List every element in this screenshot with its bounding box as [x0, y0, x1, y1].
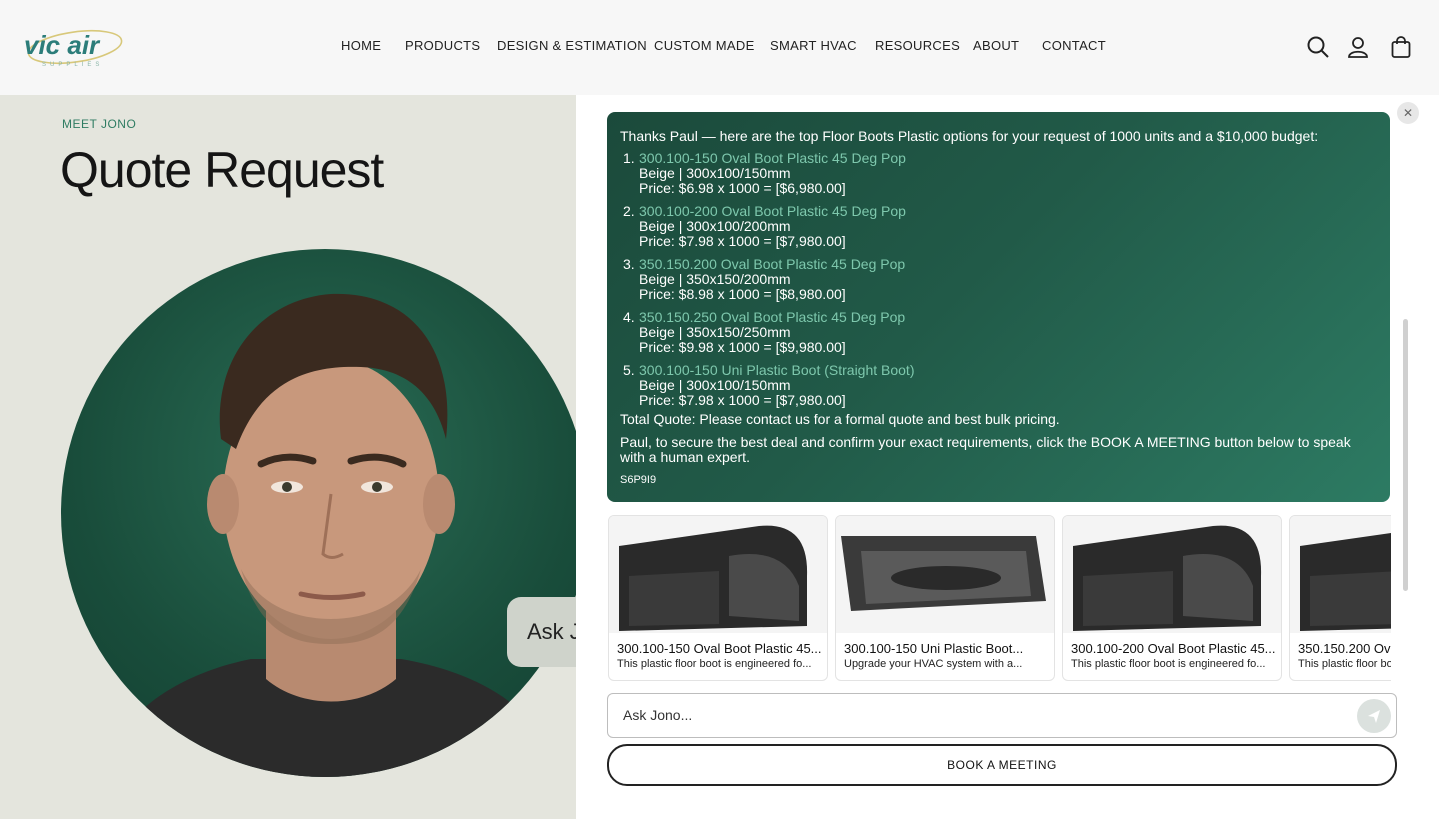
product-card-title: 300.100-200 Oval Boot Plastic 45...	[1071, 641, 1276, 656]
product-card[interactable]: 300.100-150 Oval Boot Plastic 45... This…	[608, 515, 828, 681]
product-spec: Beige | 300x100/200mm	[639, 218, 791, 234]
product-card-title: 300.100-150 Oval Boot Plastic 45...	[617, 641, 822, 656]
nav-custom-made[interactable]: CUSTOM MADE	[654, 38, 755, 53]
product-card-title: 300.100-150 Uni Plastic Boot...	[844, 641, 1024, 656]
search-icon[interactable]	[1306, 35, 1330, 59]
site-header: vic air SUPPLIES HOME PRODUCTS DESIGN & …	[0, 0, 1439, 95]
product-price: Price: $7.98 x 1000 = [$7,980.00]	[639, 392, 846, 408]
chat-scrollbar[interactable]	[1403, 319, 1408, 591]
product-image	[1290, 516, 1391, 633]
total-quote: Total Quote: Please contact us for a for…	[620, 411, 1060, 427]
nav-about[interactable]: ABOUT	[973, 38, 1019, 53]
product-spec: Beige | 350x150/200mm	[639, 271, 791, 287]
product-price: Price: $7.98 x 1000 = [$7,980.00]	[639, 233, 846, 249]
nav-products[interactable]: PRODUCTS	[405, 38, 480, 53]
jono-intro-panel: MEET JONO Quote Request Ask J	[0, 95, 576, 819]
product-card[interactable]: 300.100-200 Oval Boot Plastic 45... This…	[1062, 515, 1282, 681]
ask-pill-label: Ask J	[527, 619, 576, 644]
product-list: 1. 300.100-150 Oval Boot Plastic 45 Deg …	[620, 151, 1380, 416]
product-price: Price: $6.98 x 1000 = [$6,980.00]	[639, 180, 846, 196]
nav-contact[interactable]: CONTACT	[1042, 38, 1106, 53]
chat-input-container	[607, 693, 1397, 738]
close-icon[interactable]: ✕	[1397, 102, 1419, 124]
product-link[interactable]: 300.100-150 Oval Boot Plastic 45 Deg Pop	[639, 151, 1380, 166]
send-icon[interactable]	[1357, 699, 1391, 733]
item-number: 4.	[623, 309, 635, 325]
list-item: 5. 300.100-150 Uni Plastic Boot (Straigh…	[620, 363, 1380, 408]
product-link[interactable]: 300.100-150 Uni Plastic Boot (Straight B…	[639, 363, 1380, 378]
product-price: Price: $8.98 x 1000 = [$8,980.00]	[639, 286, 846, 302]
item-number: 3.	[623, 256, 635, 272]
product-spec: Beige | 300x100/150mm	[639, 165, 791, 181]
product-link[interactable]: 300.100-200 Oval Boot Plastic 45 Deg Pop	[639, 204, 1380, 219]
chat-panel: ✕ Thanks Paul — here are the top Floor B…	[576, 95, 1439, 819]
item-number: 1.	[623, 150, 635, 166]
list-item: 4. 350.150.250 Oval Boot Plastic 45 Deg …	[620, 310, 1380, 355]
product-spec: Beige | 300x100/150mm	[639, 377, 791, 393]
product-link[interactable]: 350.150.250 Oval Boot Plastic 45 Deg Pop	[639, 310, 1380, 325]
list-item: 1. 300.100-150 Oval Boot Plastic 45 Deg …	[620, 151, 1380, 196]
product-image	[609, 516, 827, 633]
meeting-cta-text: Paul, to secure the best deal and confir…	[620, 434, 1351, 465]
product-image	[836, 516, 1054, 633]
session-code: S6P9I9	[620, 474, 657, 486]
message-intro: Thanks Paul — here are the top Floor Boo…	[620, 128, 1319, 144]
assistant-message: Thanks Paul — here are the top Floor Boo…	[607, 112, 1390, 502]
product-card-desc: This plastic floor boot is engineered fo…	[617, 658, 812, 670]
jono-portrait	[61, 249, 576, 777]
product-card-desc: This plastic floor boot is engineered fo…	[1298, 658, 1391, 670]
nav-resources[interactable]: RESOURCES	[875, 38, 960, 53]
user-icon[interactable]	[1346, 35, 1370, 59]
product-link[interactable]: 350.150.200 Oval Boot Plastic 45 Deg Pop	[639, 257, 1380, 272]
product-price: Price: $9.98 x 1000 = [$9,980.00]	[639, 339, 846, 355]
product-card[interactable]: 350.150.200 Oval Boot Plastic 45... This…	[1289, 515, 1391, 681]
product-carousel: 300.100-150 Oval Boot Plastic 45... This…	[607, 514, 1391, 682]
product-card-desc: This plastic floor boot is engineered fo…	[1071, 658, 1266, 670]
page-title: Quote Request	[60, 142, 384, 198]
main-nav: HOME PRODUCTS DESIGN & ESTIMATION CUSTOM…	[0, 38, 1439, 58]
product-spec: Beige | 350x150/250mm	[639, 324, 791, 340]
ask-jono-pill[interactable]: Ask J	[507, 597, 576, 667]
list-item: 3. 350.150.200 Oval Boot Plastic 45 Deg …	[620, 257, 1380, 302]
product-card[interactable]: 300.100-150 Uni Plastic Boot... Upgrade …	[835, 515, 1055, 681]
product-card-desc: Upgrade your HVAC system with a...	[844, 658, 1023, 670]
nav-design-estimation[interactable]: DESIGN & ESTIMATION	[497, 38, 647, 53]
item-number: 2.	[623, 203, 635, 219]
nav-smart-hvac[interactable]: SMART HVAC	[770, 38, 857, 53]
chat-input[interactable]	[621, 706, 1345, 724]
list-item: 2. 300.100-200 Oval Boot Plastic 45 Deg …	[620, 204, 1380, 249]
shopping-bag-icon[interactable]	[1389, 35, 1413, 59]
eyebrow-label: MEET JONO	[62, 117, 137, 131]
nav-home[interactable]: HOME	[341, 38, 381, 53]
product-image	[1063, 516, 1281, 633]
item-number: 5.	[623, 362, 635, 378]
product-card-title: 350.150.200 Oval Boot Plastic 45...	[1298, 641, 1391, 656]
book-meeting-button[interactable]: BOOK A MEETING	[607, 744, 1397, 786]
svg-text:SUPPLIES: SUPPLIES	[42, 62, 103, 68]
